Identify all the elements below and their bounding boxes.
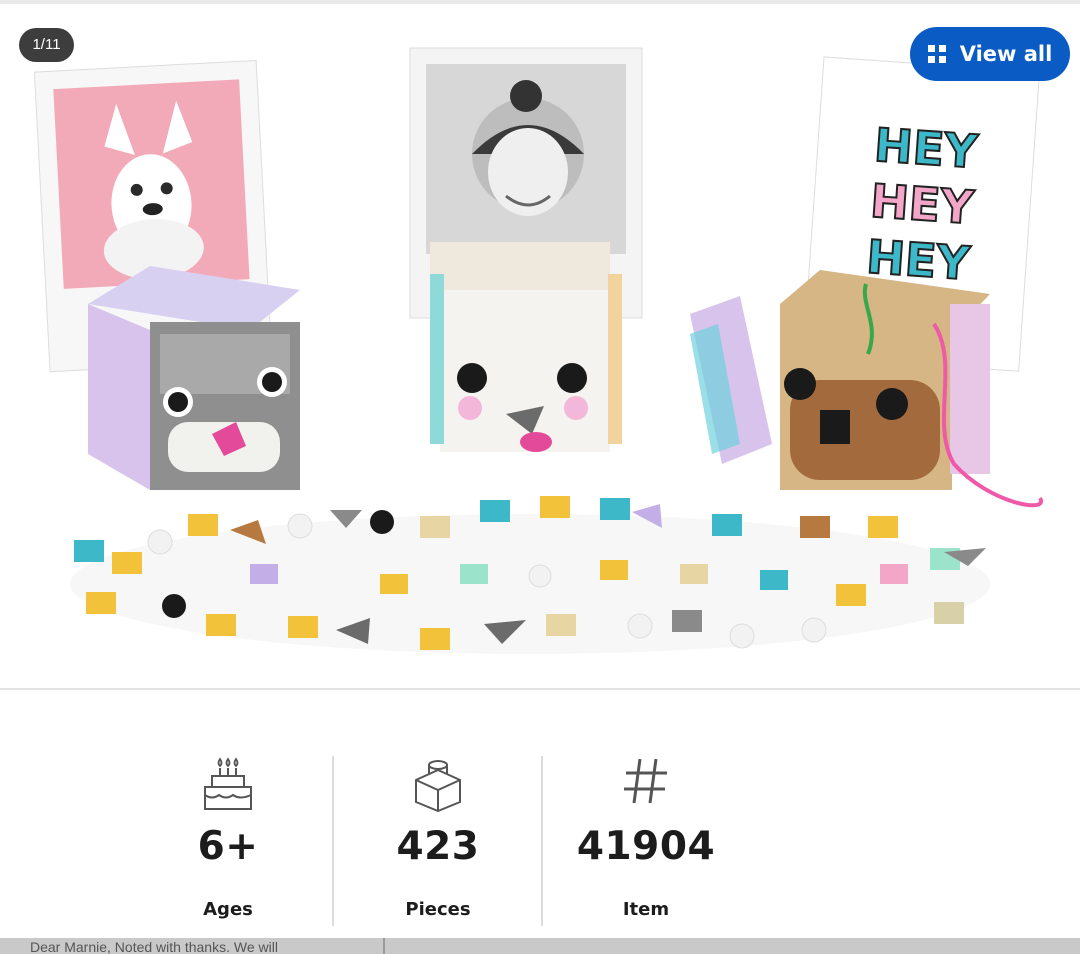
bar-separator xyxy=(383,938,385,954)
grid-icon xyxy=(927,45,946,63)
brick-icon xyxy=(333,756,543,816)
item-number-value: 41904 xyxy=(576,824,716,869)
pieces-label: Pieces xyxy=(405,899,471,920)
svg-text:HEY: HEY xyxy=(873,118,980,179)
product-image[interactable]: HEY HEY HEY xyxy=(0,4,1080,688)
product-specs: 6+ Ages 423 Pieces 41904 Item xyxy=(0,690,1080,940)
item-label: Item xyxy=(622,899,670,920)
spec-ages: 6+ Ages xyxy=(123,690,333,940)
svg-text:HEY: HEY xyxy=(869,174,976,235)
ages-label: Ages xyxy=(203,899,253,920)
spec-separator xyxy=(541,756,543,926)
image-counter: 1/11 xyxy=(19,28,74,62)
spec-pieces: 423 Pieces xyxy=(333,690,543,940)
birthday-cake-icon xyxy=(123,756,333,816)
comment-preview-bar[interactable]: Dear Marnie, Noted with thanks. We will xyxy=(0,938,1080,954)
hash-icon xyxy=(541,756,751,816)
product-image-gallery[interactable]: HEY HEY HEY 1/11 View all xyxy=(0,4,1080,688)
ages-value: 6+ xyxy=(197,824,259,869)
view-all-button[interactable]: View all xyxy=(910,27,1070,81)
pieces-value: 423 xyxy=(396,824,480,869)
comment-preview-text[interactable]: Dear Marnie, Noted with thanks. We will xyxy=(30,939,278,954)
spec-item: 41904 Item xyxy=(541,690,751,940)
spec-separator xyxy=(332,756,334,926)
view-all-label[interactable]: View all xyxy=(960,42,1053,66)
